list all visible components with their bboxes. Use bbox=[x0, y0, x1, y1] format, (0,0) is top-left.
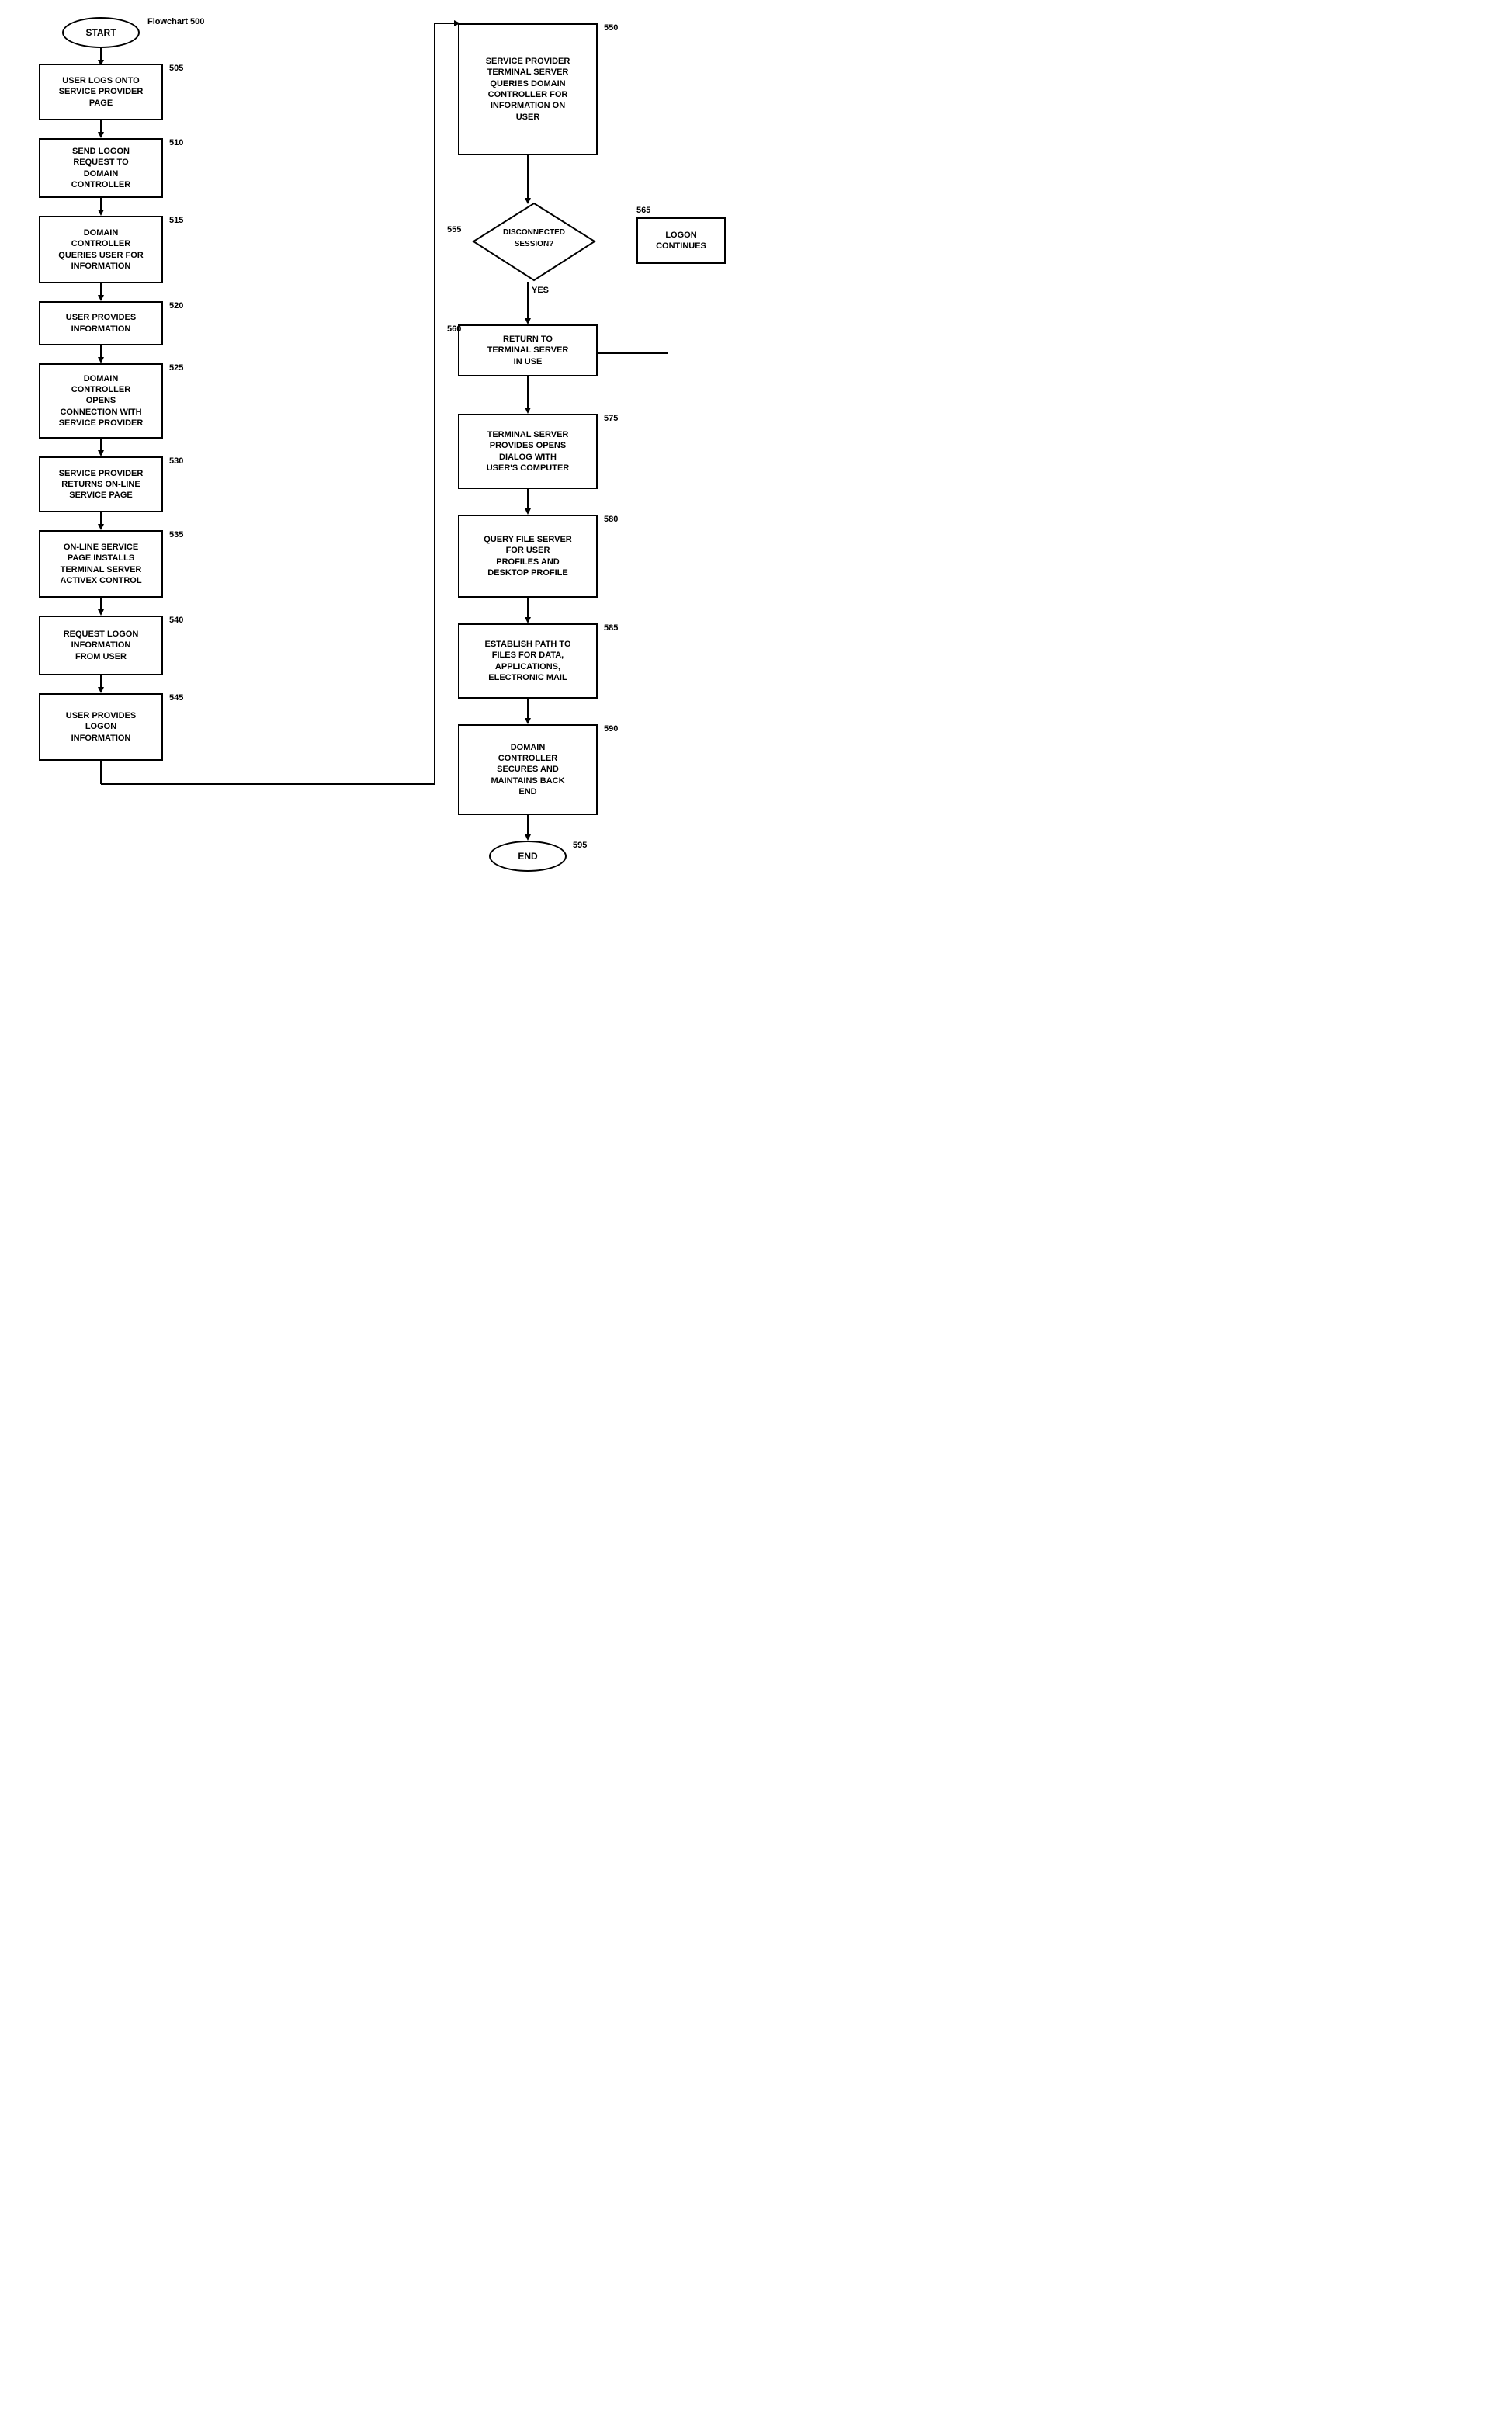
node-535: ON-LINE SERVICE PAGE INSTALLS TERMINAL S… bbox=[39, 530, 163, 598]
ref-515: 515 bbox=[169, 216, 183, 225]
node-520: USER PROVIDES INFORMATION bbox=[39, 301, 163, 345]
flowchart-diagram: START Flowchart 500 USER LOGS ONTO SERVI… bbox=[0, 0, 668, 1071]
svg-text:SESSION?: SESSION? bbox=[515, 240, 554, 248]
ref-590: 590 bbox=[604, 724, 618, 734]
ref-565: 565 bbox=[636, 206, 650, 215]
ref-550: 550 bbox=[604, 23, 618, 33]
node-550: SERVICE PROVIDER TERMINAL SERVER QUERIES… bbox=[458, 23, 598, 155]
ref-545: 545 bbox=[169, 693, 183, 703]
ref-595: 595 bbox=[573, 841, 587, 850]
ref-525: 525 bbox=[169, 363, 183, 373]
node-580: QUERY FILE SERVER FOR USER PROFILES AND … bbox=[458, 515, 598, 598]
svg-text:DISCONNECTED: DISCONNECTED bbox=[503, 228, 565, 237]
node-575: TERMINAL SERVER PROVIDES OPENS DIALOG WI… bbox=[458, 414, 598, 489]
node-555: DISCONNECTED SESSION? bbox=[472, 202, 581, 279]
node-505: USER LOGS ONTO SERVICE PROVIDER PAGE bbox=[39, 64, 163, 120]
node-545: USER PROVIDES LOGON INFORMATION bbox=[39, 693, 163, 761]
end-node: END bbox=[489, 841, 567, 872]
ref-585: 585 bbox=[604, 623, 618, 633]
ref-555: 555 bbox=[447, 225, 461, 234]
yes-label: YES bbox=[532, 286, 549, 295]
node-515: DOMAIN CONTROLLER QUERIES USER FOR INFOR… bbox=[39, 216, 163, 283]
ref-575: 575 bbox=[604, 414, 618, 423]
node-585: ESTABLISH PATH TO FILES FOR DATA, APPLIC… bbox=[458, 623, 598, 699]
ref-560: 560 bbox=[447, 324, 461, 334]
node-530: SERVICE PROVIDER RETURNS ON-LINE SERVICE… bbox=[39, 456, 163, 512]
ref-500: Flowchart 500 bbox=[147, 17, 204, 26]
ref-540: 540 bbox=[169, 616, 183, 625]
node-525: DOMAIN CONTROLLER OPENS CONNECTION WITH … bbox=[39, 363, 163, 439]
node-560: RETURN TO TERMINAL SERVER IN USE bbox=[458, 324, 598, 376]
ref-580: 580 bbox=[604, 515, 618, 524]
ref-505: 505 bbox=[169, 64, 183, 73]
ref-530: 530 bbox=[169, 456, 183, 466]
start-node: START bbox=[62, 17, 140, 48]
node-565: LOGON CONTINUES bbox=[636, 217, 726, 264]
node-540: REQUEST LOGON INFORMATION FROM USER bbox=[39, 616, 163, 675]
ref-520: 520 bbox=[169, 301, 183, 311]
ref-535: 535 bbox=[169, 530, 183, 540]
node-510: SEND LOGON REQUEST TO DOMAIN CONTROLLER bbox=[39, 138, 163, 198]
ref-510: 510 bbox=[169, 138, 183, 147]
node-590: DOMAIN CONTROLLER SECURES AND MAINTAINS … bbox=[458, 724, 598, 815]
